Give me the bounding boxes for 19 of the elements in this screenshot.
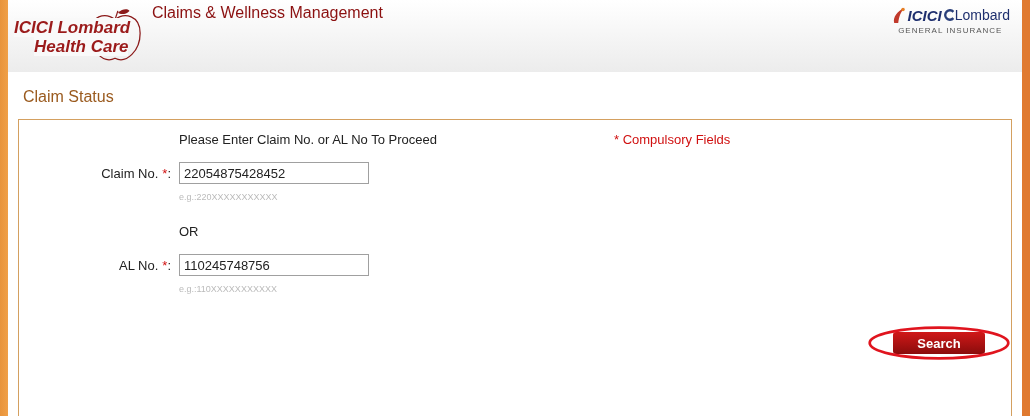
or-separator: OR [179,224,199,239]
colon-text: : [167,257,171,273]
brand-tagline: GENERAL INSURANCE [898,26,1003,35]
compulsory-note: * Compulsory Fields [614,132,731,147]
field-label: Claim No. [101,165,159,181]
page-title: Claim Status [23,88,115,106]
logo-text: Health Care [34,37,129,56]
brand-mark: ICICI [907,6,942,24]
colon-text: : [167,165,171,181]
search-button[interactable]: Search [893,332,985,354]
hint-text: e.g.:220XXXXXXXXXXX [179,192,278,202]
brand-name: Lombard [954,7,1010,23]
field-label: AL No. [119,257,159,273]
input-field[interactable]: 22054875428452 [179,162,369,184]
logo-text: ICICI Lombard [14,18,131,37]
input-field[interactable]: 110245748756 [179,254,369,276]
app-title: Claims & Wellness Management [152,4,383,22]
hint-text: e.g.:110XXXXXXXXXXX [179,284,277,294]
instruction-text: Please Enter Claim No. or AL No To Proceed [179,132,438,147]
